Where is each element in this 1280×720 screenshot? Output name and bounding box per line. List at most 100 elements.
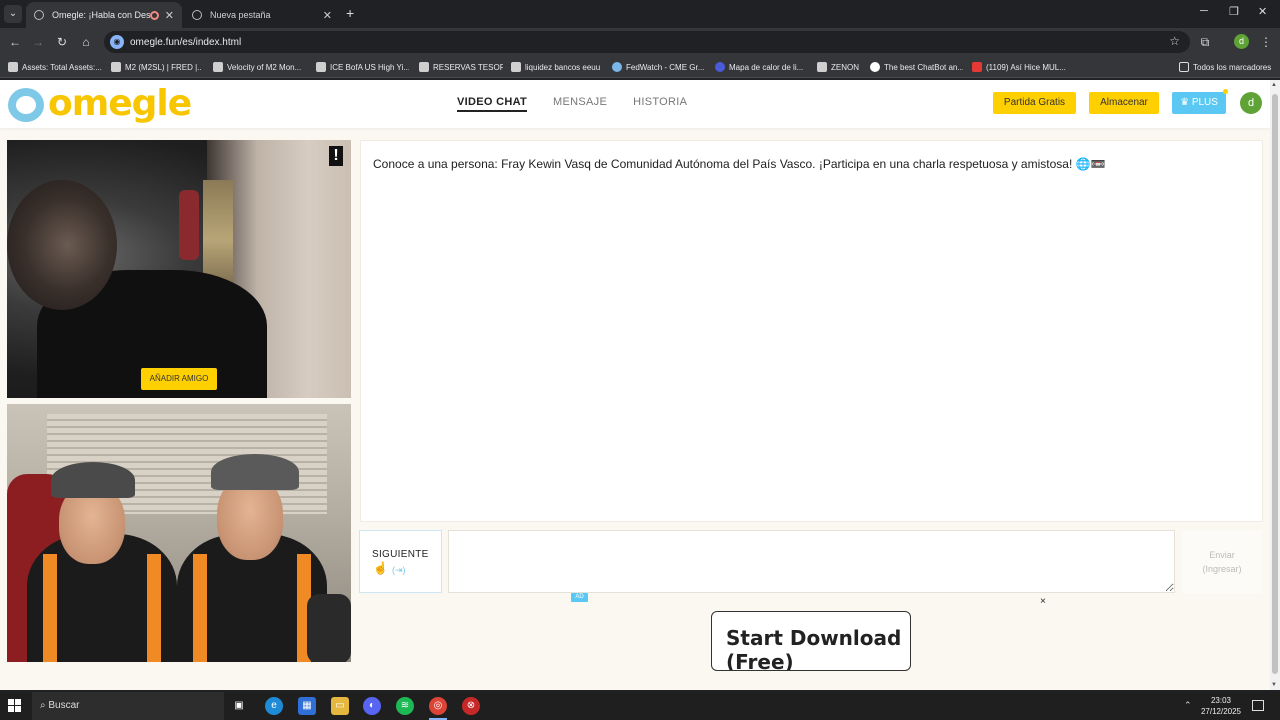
close-window-icon[interactable]: ✕ bbox=[1258, 5, 1267, 18]
bookmark-favicon-icon bbox=[111, 62, 121, 72]
edge-icon[interactable]: e bbox=[265, 697, 283, 715]
site-logo[interactable]: omegle bbox=[6, 83, 192, 124]
bookmark-favicon-icon bbox=[817, 62, 827, 72]
self-video bbox=[7, 404, 351, 662]
bookmark-item[interactable]: FedWatch - CME Gr... bbox=[612, 60, 706, 74]
clock-time: 23:03 bbox=[1210, 696, 1232, 705]
add-friend-button[interactable]: AÑADIR AMIGO bbox=[141, 368, 217, 390]
store-button[interactable]: Almacenar bbox=[1089, 92, 1159, 114]
tab-label: Nueva pestaña bbox=[210, 10, 271, 20]
free-match-button[interactable]: Partida Gratis bbox=[993, 92, 1076, 114]
tab-strip: ⌄ Omegle: ¡Habla con Descon ✕ Nueva pest… bbox=[0, 0, 1280, 28]
nav-video-chat[interactable]: VIDEO CHAT bbox=[457, 96, 528, 112]
chrome-icon[interactable]: ◎ bbox=[429, 697, 447, 715]
ad-cta-text: Start Download (Free) bbox=[726, 626, 902, 671]
globe-icon bbox=[192, 10, 202, 20]
user-avatar[interactable]: d bbox=[1240, 92, 1262, 114]
windows-start-icon[interactable] bbox=[8, 699, 22, 713]
bookmark-favicon-icon bbox=[213, 62, 223, 72]
nav-historia[interactable]: HISTORIA bbox=[633, 96, 687, 112]
discord-icon[interactable]: ◐ bbox=[363, 697, 381, 715]
task-view-icon[interactable]: ▣ bbox=[230, 697, 248, 715]
restore-icon[interactable]: ❐ bbox=[1229, 5, 1239, 18]
all-bookmarks-folder[interactable]: Todos los marcadores bbox=[1179, 60, 1275, 74]
profile-avatar[interactable]: d bbox=[1234, 34, 1249, 49]
close-tab-icon[interactable]: ✕ bbox=[323, 9, 332, 22]
menu-icon[interactable]: ⋮ bbox=[1257, 33, 1275, 51]
bookmark-item[interactable]: RESERVAS TESORO bbox=[419, 60, 503, 74]
extensions-icon[interactable]: ⧉ bbox=[1196, 33, 1214, 51]
send-button[interactable]: Enviar (Ingresar) bbox=[1182, 530, 1262, 593]
bookmark-item[interactable]: ICE BofA US High Yi... bbox=[316, 60, 409, 74]
bookmarks-bar: Assets: Total Assets:... M2 (M2SL) | FRE… bbox=[0, 56, 1280, 78]
taskbar-search[interactable]: ⌕ Buscar bbox=[32, 692, 224, 720]
new-tab-button[interactable]: + bbox=[346, 5, 354, 21]
tab-search-button[interactable]: ⌄ bbox=[4, 5, 22, 23]
message-input[interactable] bbox=[448, 530, 1175, 593]
plus-label: PLUS bbox=[1191, 97, 1218, 108]
next-shortcut-hint: (⇥) bbox=[392, 565, 406, 575]
recorder-app-icon[interactable]: ⊗ bbox=[462, 697, 480, 715]
bookmark-favicon-icon bbox=[316, 62, 326, 72]
site-header: omegle VIDEO CHAT MENSAJE HISTORIA Parti… bbox=[0, 80, 1270, 128]
bookmark-item[interactable]: Assets: Total Assets:... bbox=[8, 60, 108, 74]
main-nav: VIDEO CHAT MENSAJE HISTORIA bbox=[457, 96, 687, 112]
plus-button[interactable]: ♛ PLUS bbox=[1172, 89, 1228, 114]
send-label: Enviar bbox=[1209, 550, 1235, 560]
chat-log: Conoce a una persona: Fray Kewin Vasq de… bbox=[360, 140, 1263, 522]
forward-icon[interactable]: → bbox=[29, 33, 47, 51]
next-button[interactable]: SIGUIENTE (⇥) ☝ bbox=[359, 530, 442, 593]
bookmark-item[interactable]: liquidez bancos eeuu bbox=[511, 60, 604, 74]
tab-new[interactable]: Nueva pestaña ✕ bbox=[184, 2, 340, 28]
hand-cursor-icon: ☝ bbox=[373, 561, 388, 575]
bookmark-item[interactable]: Mapa de calor de li... bbox=[715, 60, 807, 74]
report-icon[interactable]: ! bbox=[329, 146, 343, 166]
tab-omegle[interactable]: Omegle: ¡Habla con Descon ✕ bbox=[26, 2, 182, 28]
scroll-down-icon[interactable]: ▼ bbox=[1271, 682, 1277, 688]
nav-mensaje[interactable]: MENSAJE bbox=[553, 96, 607, 112]
search-placeholder: Buscar bbox=[48, 700, 80, 711]
bookmark-favicon-icon bbox=[612, 62, 622, 72]
recording-icon bbox=[149, 10, 159, 20]
windows-taskbar: ⌕ Buscar ▣ e ▦ ▭ ◐ ≋ ◎ ⊗ ⌃ 23:03 27/12/2… bbox=[0, 692, 1280, 720]
bookmark-item[interactable]: The best ChatBot an... bbox=[870, 60, 963, 74]
notifications-icon[interactable] bbox=[1252, 700, 1264, 711]
ad-close-icon[interactable]: × bbox=[1040, 596, 1046, 607]
spotify-icon[interactable]: ≋ bbox=[396, 697, 414, 715]
back-icon[interactable]: ← bbox=[6, 33, 24, 51]
reload-icon[interactable]: ↻ bbox=[53, 33, 71, 51]
scroll-thumb[interactable] bbox=[1272, 94, 1278, 674]
bookmark-item[interactable]: ZENON bbox=[817, 60, 863, 74]
tab-label: Omegle: ¡Habla con Descon bbox=[52, 10, 150, 20]
bookmark-item[interactable]: M2 (M2SL) | FRED |... bbox=[111, 60, 201, 74]
clock-date: 27/12/2025 bbox=[1200, 707, 1242, 716]
address-bar[interactable]: ◉ omegle.fun/es/index.html ☆ bbox=[104, 31, 1190, 53]
scroll-up-icon[interactable]: ▲ bbox=[1271, 82, 1277, 88]
tray-expand-icon[interactable]: ⌃ bbox=[1184, 700, 1192, 711]
intro-message: Conoce a una persona: Fray Kewin Vasq de… bbox=[373, 157, 1106, 171]
next-label: SIGUIENTE bbox=[372, 549, 429, 560]
crown-icon: ♛ bbox=[1180, 97, 1192, 108]
bookmark-favicon-icon bbox=[8, 62, 18, 72]
bookmark-item[interactable]: (1109) Así Hice MUL... bbox=[972, 60, 1068, 74]
globe-icon bbox=[34, 10, 44, 20]
site-info-icon[interactable]: ◉ bbox=[110, 35, 124, 49]
folder-icon bbox=[1179, 62, 1189, 72]
page-scrollbar[interactable]: ▲ ▼ bbox=[1270, 80, 1280, 690]
bookmark-star-icon[interactable]: ☆ bbox=[1169, 34, 1180, 48]
store-app-icon[interactable]: ▦ bbox=[298, 697, 316, 715]
home-icon[interactable]: ⌂ bbox=[77, 33, 95, 51]
minimize-icon[interactable]: ─ bbox=[1200, 5, 1208, 17]
ad-banner[interactable]: Start Download (Free) bbox=[711, 611, 911, 671]
file-explorer-icon[interactable]: ▭ bbox=[331, 697, 349, 715]
logo-text: omegle bbox=[48, 83, 192, 124]
ad-badge: AD bbox=[571, 593, 588, 602]
close-tab-icon[interactable]: ✕ bbox=[165, 9, 174, 22]
bookmark-favicon-icon bbox=[972, 62, 982, 72]
browser-toolbar: ← → ↻ ⌂ ◉ omegle.fun/es/index.html ☆ ⧉ d… bbox=[0, 28, 1280, 56]
send-shortcut-hint: (Ingresar) bbox=[1202, 564, 1242, 574]
bookmark-item[interactable]: Velocity of M2 Mon... bbox=[213, 60, 306, 74]
taskbar-clock[interactable]: 23:03 27/12/2025 bbox=[1196, 695, 1246, 717]
omegle-page: omegle VIDEO CHAT MENSAJE HISTORIA Parti… bbox=[0, 80, 1270, 690]
url-text: omegle.fun/es/index.html bbox=[130, 36, 242, 48]
